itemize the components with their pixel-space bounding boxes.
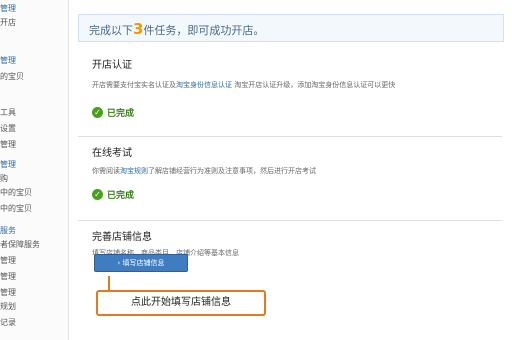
sidebar-item[interactable]: 规划 [0, 302, 16, 312]
sidebar-item[interactable]: 管理 [0, 4, 16, 14]
task-certification: 开店认证 开店需要支付宝实名认证及淘宝身份信息认证 淘宝开店认证升级，添加淘宝身… [78, 50, 502, 137]
instruction-callout: 点此开始填写店铺信息 [96, 290, 266, 316]
task-description: 开店需要支付宝实名认证及淘宝身份信息认证 淘宝开店认证升级，添加淘宝身份信息认证… [92, 80, 395, 90]
banner-prefix: 完成以下 [89, 24, 133, 37]
banner-text: 完成以下3件任务，即可成功开店。 [89, 20, 264, 38]
sidebar-item[interactable]: 管理 [0, 256, 16, 266]
sidebar-item[interactable]: 中的宝贝 [0, 204, 32, 214]
left-sidebar: 管理 开店 管理 的宝贝 工具 设置 管理 管理 购 中的宝贝 中的宝贝 服务 … [0, 0, 69, 340]
sidebar-item[interactable]: 设置 [0, 124, 16, 134]
task-title: 完善店铺信息 [92, 232, 152, 243]
desc-text: 淘宝开店认证升级，添加淘宝身份信息认证可以更快 [232, 81, 396, 89]
fill-shop-info-button[interactable]: › 填写店铺信息 [94, 254, 188, 272]
status-label: 已完成 [107, 191, 135, 201]
sidebar-item[interactable]: 的宝贝 [0, 72, 24, 82]
open-shop-tasks-panel: 完成以下3件任务，即可成功开店。 开店认证 开店需要支付宝实名认证及淘宝身份信息… [78, 14, 504, 326]
desc-text: 了解店铺经营行为准则及注意事项，然后进行开店考试 [148, 167, 316, 175]
sidebar-item[interactable]: 管理 [0, 160, 16, 170]
desc-text: 你需阅读 [92, 167, 120, 175]
taobao-rules-link[interactable]: 淘宝规则 [120, 167, 148, 175]
status-label: 已完成 [107, 109, 135, 119]
task-title: 开店认证 [92, 60, 132, 71]
sidebar-item[interactable]: 管理 [0, 140, 16, 150]
sidebar-item[interactable]: 者保障服务 [0, 240, 40, 250]
task-online-exam: 在线考试 你需阅读淘宝规则了解店铺经营行为准则及注意事项，然后进行开店考试 ✓ 已… [78, 138, 502, 221]
task-count-banner: 完成以下3件任务，即可成功开店。 [78, 14, 504, 42]
completed-status: ✓ 已完成 [92, 188, 134, 201]
sidebar-item[interactable]: 服务 [0, 226, 16, 236]
banner-suffix: 件任务，即可成功开店。 [143, 24, 265, 37]
task-title: 在线考试 [92, 148, 132, 159]
sidebar-item[interactable]: 中的宝贝 [0, 188, 32, 198]
sidebar-item[interactable]: 管理 [0, 272, 16, 282]
task-count: 3 [133, 20, 144, 38]
callout-text: 点此开始填写店铺信息 [131, 297, 231, 308]
task-description: 你需阅读淘宝规则了解店铺经营行为准则及注意事项，然后进行开店考试 [92, 166, 316, 176]
desc-text: 开店需要支付宝实名认证及 [92, 81, 176, 89]
sidebar-item[interactable]: 开店 [0, 18, 16, 28]
check-icon: ✓ [92, 189, 103, 200]
sidebar-item[interactable]: 购 [0, 174, 8, 184]
sidebar-item[interactable]: 管理 [0, 56, 16, 66]
check-icon: ✓ [92, 107, 103, 118]
identity-auth-link[interactable]: 淘宝身份信息认证 [176, 81, 232, 89]
sidebar-item[interactable]: 工具 [0, 108, 16, 118]
sidebar-item[interactable]: 管理 [0, 288, 16, 298]
callout-pointer [108, 276, 110, 290]
sidebar-item[interactable]: 记录 [0, 318, 16, 328]
completed-status: ✓ 已完成 [92, 106, 134, 119]
